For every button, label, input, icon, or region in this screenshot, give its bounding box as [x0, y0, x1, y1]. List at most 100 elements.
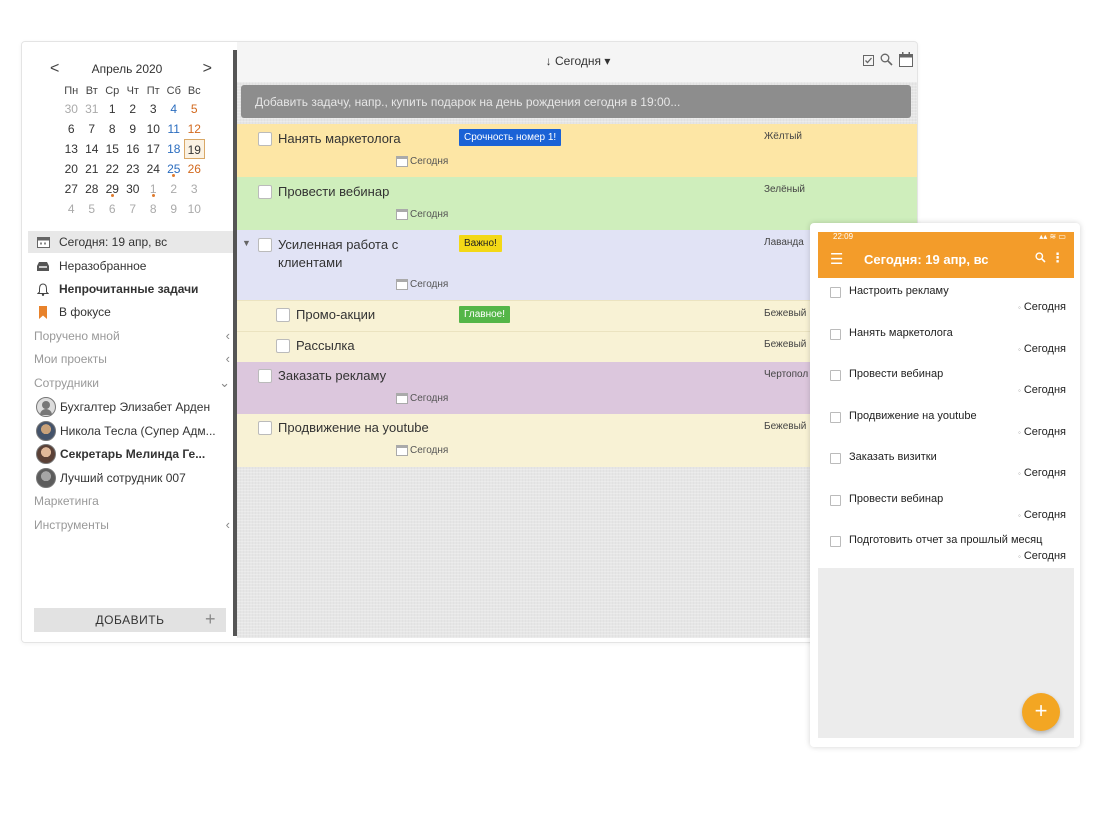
calendar-day[interactable]: 8: [102, 119, 123, 139]
search-icon[interactable]: [880, 53, 893, 71]
add-task-fab[interactable]: +: [1022, 693, 1060, 731]
list-item[interactable]: Нанять маркетолога ◦ Сегодня: [818, 323, 1074, 365]
calendar-day[interactable]: 22: [102, 159, 123, 179]
task-tag: Главное!: [459, 306, 510, 323]
weekday-label: Ср: [105, 85, 120, 97]
sidebar-group-projects[interactable]: Мои проекты ‹: [34, 349, 230, 369]
sort-dropdown[interactable]: ↓ Сегодня ▾: [237, 54, 917, 68]
list-item[interactable]: Настроить рекламу ◦ Сегодня: [818, 281, 1074, 323]
list-item[interactable]: Продвижение на youtube ◦ Сегодня: [818, 406, 1074, 448]
calendar-day[interactable]: 9: [164, 199, 185, 219]
task-due: ◦ Сегодня: [1018, 549, 1066, 564]
calendar-day[interactable]: 31: [82, 99, 103, 119]
calendar-day[interactable]: 4: [164, 99, 185, 119]
task-color-label: Чертопол: [764, 369, 809, 380]
calendar-day-selected[interactable]: 19: [184, 139, 205, 159]
task-checkbox[interactable]: [830, 536, 841, 547]
task-checkbox[interactable]: [830, 370, 841, 381]
list-item[interactable]: Подготовить отчет за прошлый месяц ◦ Сего…: [818, 530, 1074, 572]
mobile-task-list: Настроить рекламу ◦ Сегодня Нанять маркет…: [818, 281, 1074, 572]
menu-icon[interactable]: ☰: [830, 252, 843, 268]
calendar-day[interactable]: 21: [82, 159, 103, 179]
add-task-input[interactable]: [241, 85, 911, 118]
task-tag: Срочность номер 1!: [459, 129, 562, 146]
calendar-day[interactable]: 27: [61, 179, 82, 199]
calendar-day[interactable]: 20: [61, 159, 82, 179]
employee-item[interactable]: Лучший сотрудник 007: [34, 467, 230, 489]
calendar-day[interactable]: 6: [102, 199, 123, 219]
list-item[interactable]: Провести вебинар ◦ Сегодня: [818, 364, 1074, 406]
task-row[interactable]: Нанять маркетолога Срочность номер 1! Жё…: [237, 124, 917, 177]
calendar-day[interactable]: 30: [123, 179, 144, 199]
calendar-day[interactable]: 23: [123, 159, 144, 179]
calendar-day[interactable]: 25: [164, 159, 185, 179]
calendar-day[interactable]: 26: [184, 159, 205, 179]
task-due: Сегодня: [396, 209, 448, 220]
calendar-day[interactable]: 7: [82, 119, 103, 139]
calendar-day[interactable]: 28: [82, 179, 103, 199]
calendar-day[interactable]: 17: [143, 139, 164, 159]
calendar-day[interactable]: 29: [102, 179, 123, 199]
employee-item[interactable]: Бухгалтер Элизабет Арден: [34, 396, 230, 418]
calendar-day[interactable]: 8: [143, 199, 164, 219]
collapse-toggle-icon[interactable]: ▼: [242, 238, 251, 248]
checklist-icon[interactable]: [863, 53, 874, 71]
task-checkbox[interactable]: [258, 421, 272, 435]
task-checkbox[interactable]: [258, 369, 272, 383]
search-icon[interactable]: [1035, 251, 1046, 266]
calendar-week: 13 14 15 16 17 18 19: [61, 139, 205, 159]
employee-item[interactable]: Никола Тесла (Супер Адм...: [34, 420, 230, 442]
list-item[interactable]: Заказать визитки ◦ Сегодня: [818, 447, 1074, 489]
task-checkbox[interactable]: [830, 287, 841, 298]
task-checkbox[interactable]: [258, 132, 272, 146]
more-options-icon[interactable]: ⋮: [1051, 250, 1064, 266]
calendar-day[interactable]: 12: [184, 119, 205, 139]
sidebar-item-inbox[interactable]: Неразобранное: [28, 255, 233, 277]
calendar-day[interactable]: 16: [123, 139, 144, 159]
employee-item[interactable]: Секретарь Мелинда Ге...: [34, 443, 230, 465]
sidebar-item-unread[interactable]: Непрочитанные задачи: [28, 278, 233, 300]
calendar-day[interactable]: 3: [184, 179, 205, 199]
calendar-day[interactable]: 5: [184, 99, 205, 119]
calendar-day[interactable]: 14: [82, 139, 103, 159]
task-checkbox[interactable]: [830, 494, 841, 506]
calendar-day[interactable]: 6: [61, 119, 82, 139]
calendar-day[interactable]: 3: [143, 99, 164, 119]
calendar-day[interactable]: 13: [61, 139, 82, 159]
group-label: Маркетинга: [34, 494, 99, 508]
inbox-icon: [34, 261, 52, 272]
task-checkbox[interactable]: [276, 339, 290, 353]
list-item[interactable]: Провести вебинар ◦ Сегодня: [818, 489, 1074, 531]
calendar-view-icon[interactable]: [899, 52, 913, 72]
calendar-day[interactable]: 11: [164, 119, 185, 139]
calendar-month-title: Апрель 2020: [91, 62, 163, 76]
task-checkbox[interactable]: [830, 411, 841, 423]
calendar-next-button[interactable]: >: [203, 60, 212, 78]
calendar-day[interactable]: 18: [164, 139, 185, 159]
sidebar-group-assigned[interactable]: Поручено мной ‹: [34, 326, 230, 346]
calendar-day[interactable]: 10: [184, 199, 205, 219]
sidebar-group-employees[interactable]: Сотрудники ⌄: [34, 373, 230, 393]
calendar-day[interactable]: 30: [61, 99, 82, 119]
task-checkbox[interactable]: [258, 185, 272, 199]
add-button[interactable]: ДОБАВИТЬ +: [34, 608, 226, 632]
calendar-day[interactable]: 1: [143, 179, 164, 199]
sidebar-group-tools[interactable]: Инструменты ‹: [34, 515, 230, 535]
calendar-day[interactable]: 2: [123, 99, 144, 119]
calendar-day[interactable]: 24: [143, 159, 164, 179]
sidebar-group-marketing[interactable]: Маркетинга: [34, 491, 230, 511]
task-checkbox[interactable]: [276, 308, 290, 322]
task-checkbox[interactable]: [830, 328, 841, 340]
calendar-day[interactable]: 9: [123, 119, 144, 139]
calendar-day[interactable]: 1: [102, 99, 123, 119]
task-checkbox[interactable]: [830, 453, 841, 464]
calendar-day[interactable]: 7: [123, 199, 144, 219]
calendar-day[interactable]: 10: [143, 119, 164, 139]
sidebar-item-focus[interactable]: В фокусе: [28, 301, 233, 323]
calendar-day[interactable]: 15: [102, 139, 123, 159]
sidebar-item-today[interactable]: Сегодня: 19 апр, вс: [28, 231, 233, 253]
task-checkbox[interactable]: [258, 238, 272, 252]
calendar-day[interactable]: 4: [61, 199, 82, 219]
calendar-day[interactable]: 5: [82, 199, 103, 219]
calendar-day[interactable]: 2: [164, 179, 185, 199]
